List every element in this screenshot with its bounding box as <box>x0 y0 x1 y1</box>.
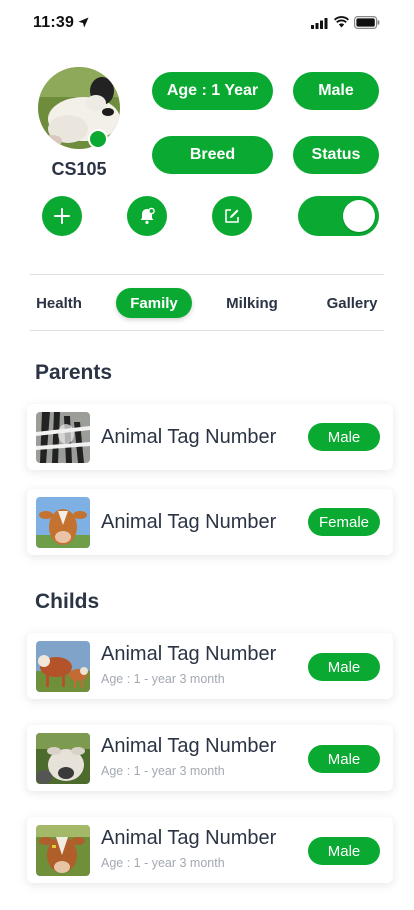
battery-icon <box>354 16 380 29</box>
plus-icon <box>54 208 70 224</box>
tab-milking[interactable]: Milking <box>220 288 284 318</box>
wifi-icon <box>334 16 349 28</box>
status-button[interactable]: Status <box>293 136 379 174</box>
child-tag: Animal Tag Number <box>101 643 277 665</box>
zebra-photo <box>36 412 90 463</box>
parent-card[interactable]: Animal Tag Number Female <box>27 489 393 555</box>
parent-tag: Animal Tag Number <box>101 511 277 533</box>
edit-icon <box>225 209 239 223</box>
gender-button[interactable]: Male <box>293 72 379 110</box>
child-card[interactable]: Animal Tag Number Age : 1 - year 3 month… <box>27 817 393 883</box>
online-status-dot <box>88 129 108 149</box>
status-time: 11:39 <box>33 14 75 31</box>
brown-cow-photo <box>36 825 90 876</box>
status-bar: 11:39 <box>0 0 414 46</box>
sex-badge: Male <box>308 837 380 865</box>
alert-button[interactable] <box>127 196 167 236</box>
child-tag: Animal Tag Number <box>101 827 277 849</box>
tab-family[interactable]: Family <box>116 288 192 318</box>
white-calf-photo <box>36 733 90 784</box>
signal-icon <box>311 18 328 29</box>
cow-calf-photo <box>36 641 90 692</box>
cow-photo <box>36 497 90 548</box>
parent-tag: Animal Tag Number <box>101 426 277 448</box>
child-age: Age : 1 - year 3 month <box>101 764 225 778</box>
add-button[interactable] <box>42 196 82 236</box>
edit-button[interactable] <box>212 196 252 236</box>
child-tag: Animal Tag Number <box>101 735 277 757</box>
parents-heading: Parents <box>35 361 113 384</box>
tab-gallery[interactable]: Gallery <box>322 288 382 318</box>
child-age: Age : 1 - year 3 month <box>101 856 225 870</box>
child-age: Age : 1 - year 3 month <box>101 672 225 686</box>
breed-button[interactable]: Breed <box>152 136 273 174</box>
childs-heading: Childs <box>35 590 100 613</box>
tab-health[interactable]: Health <box>30 288 88 318</box>
animal-id: CS105 <box>51 159 107 179</box>
child-card[interactable]: Animal Tag Number Age : 1 - year 3 month… <box>27 725 393 791</box>
sex-badge: Male <box>308 423 380 451</box>
active-toggle[interactable] <box>298 196 379 236</box>
tabs-divider-bottom <box>30 330 384 331</box>
location-arrow-icon <box>78 17 89 28</box>
sex-badge: Male <box>308 653 380 681</box>
parent-card[interactable]: Animal Tag Number Male <box>27 404 393 470</box>
toggle-knob <box>343 200 375 232</box>
tabs-divider-top <box>30 274 384 275</box>
child-card[interactable]: Animal Tag Number Age : 1 - year 3 month… <box>27 633 393 699</box>
sex-badge: Female <box>308 508 380 536</box>
sex-badge: Male <box>308 745 380 773</box>
age-button[interactable]: Age : 1 Year <box>152 72 273 110</box>
bell-icon <box>140 207 155 224</box>
